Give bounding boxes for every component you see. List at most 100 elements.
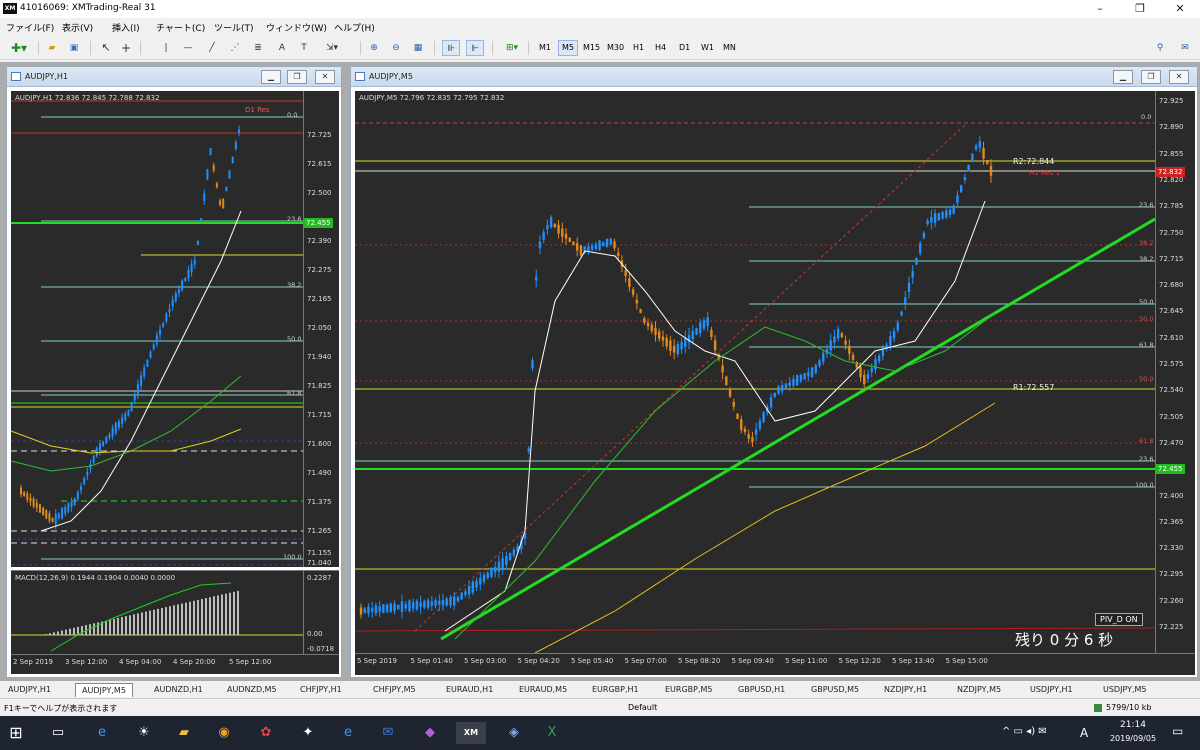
chat-icon[interactable]: ✉ [1176,40,1194,56]
candle [80,486,83,491]
zoom-out-icon[interactable]: ⊖ [388,40,404,56]
ie-icon[interactable]: e [336,722,360,744]
chart-window-titlebar[interactable]: AUDJPY,H1 ▁ ❐ ✕ [7,67,341,87]
candle [228,170,231,179]
chart-window-audjpy-m5[interactable]: AUDJPY,M5 ▁ ❐ ✕ AUDJPY,M5 72.796 72.835 … [350,66,1198,678]
crosshair-icon[interactable]: + [118,40,134,56]
tray-icons[interactable]: ^ ▭ ◂) ✉ [1002,726,1047,737]
minimize-button[interactable]: – [1080,0,1120,18]
close-button[interactable]: ✕ [1160,0,1200,18]
channel-icon[interactable]: ⋰ [226,40,244,56]
fibonacci-icon[interactable]: ≣ [250,40,266,56]
edge-icon[interactable]: e [90,722,114,744]
timeframe-m1[interactable]: M1 [536,40,554,56]
chart-tab[interactable]: CHFJPY,H1 [294,683,348,697]
timeframe-m30[interactable]: M30 [604,40,627,56]
new-chart-icon[interactable]: ✚▾ [6,40,32,56]
candle [699,322,702,334]
close-button[interactable]: ✕ [1169,70,1189,84]
macd-bar [113,618,115,635]
notification-icon[interactable]: ▭ [1172,724,1183,738]
chart-tab[interactable]: EURAUD,M5 [513,683,573,697]
chart-tab[interactable]: AUDJPY,M5 [75,683,133,697]
menu-chart[interactable]: チャート(C) [156,21,205,34]
search-icon[interactable]: ⚲ [1152,40,1168,56]
autoscroll-icon[interactable]: ⊪ [442,40,460,56]
chart-tab[interactable]: USDJPY,H1 [1024,683,1079,697]
chart-tab[interactable]: EURAUD,H1 [440,683,499,697]
task-view-icon[interactable]: ▭ [46,722,70,744]
menu-window[interactable]: ウィンドウ(W) [266,21,327,34]
chart-tab[interactable]: EURGBP,H1 [586,683,645,697]
timeframe-m5[interactable]: M5 [558,40,578,56]
candle [728,388,732,397]
menu-tools[interactable]: ツール(T) [214,21,254,34]
menu-view[interactable]: 表示(V) [62,21,93,34]
restore-button[interactable]: ❐ [1141,70,1161,84]
chart-tab[interactable]: CHFJPY,M5 [367,683,422,697]
menu-help[interactable]: ヘルプ(H) [334,21,375,34]
price-chart-h1[interactable]: AUDJPY,H1 72.836 72.845 72.788 72.832 D1… [11,91,303,567]
close-button[interactable]: ✕ [315,70,335,84]
open-folder-icon[interactable]: ▰ [44,40,60,56]
start-icon[interactable]: ⊞ [4,722,28,744]
tile-windows-icon[interactable]: ▦ [410,40,426,56]
candle [38,504,41,513]
piv-toggle-button[interactable]: PIV_D ON [1095,613,1143,626]
chart-shift-icon[interactable]: ⊩ [466,40,484,56]
chrome-icon[interactable]: ◉ [212,722,236,744]
chart-tab[interactable]: EURGBP,M5 [659,683,719,697]
fib-label: 0.0 [1141,113,1152,121]
chart-tab[interactable]: USDJPY,M5 [1097,683,1153,697]
chart-tab[interactable]: AUDJPY,H1 [2,683,57,697]
messenger-icon[interactable]: ◆ [418,722,442,744]
clock-date[interactable]: 2019/09/05 [1102,734,1164,743]
vpn-icon[interactable]: ◈ [502,722,526,744]
candle [20,487,22,495]
shapes-icon[interactable]: ⇲▾ [318,40,346,56]
maximize-button[interactable]: ❐ [1120,0,1160,18]
timeframe-h1[interactable]: H1 [630,40,647,56]
label-icon[interactable]: T [296,40,312,56]
fib-label: 61.8 [1139,341,1154,349]
excel-icon[interactable]: X [540,722,564,744]
timeframe-d1[interactable]: D1 [676,40,693,56]
weather-icon[interactable]: ☀ [132,722,156,744]
chart-tab[interactable]: AUDNZD,M5 [221,683,283,697]
slack-icon[interactable]: ✦ [296,722,320,744]
zoom-in-icon[interactable]: ⊕ [366,40,382,56]
price-chart-m5[interactable]: AUDJPY,M5 72.796 72.835 72.795 72.832 R2… [355,91,1155,653]
app-icon[interactable]: ✿ [254,722,278,744]
text-icon[interactable]: A [274,40,290,56]
horizontal-line-icon[interactable]: — [180,40,196,56]
minimize-button[interactable]: ▁ [1113,70,1133,84]
outlook-icon[interactable]: ✉ [376,722,400,744]
timeframe-w1[interactable]: W1 [698,40,717,56]
cursor-icon[interactable]: ↖ [98,40,114,56]
macd-bar [45,634,47,635]
chart-tab[interactable]: AUDNZD,H1 [148,683,209,697]
clock-time[interactable]: 21:14 [1108,720,1158,730]
chart-window-titlebar[interactable]: AUDJPY,M5 ▁ ❐ ✕ [351,67,1197,87]
file-explorer-icon[interactable]: ▰ [172,722,196,744]
menu-insert[interactable]: 挿入(I) [112,21,140,34]
mt4-xm-icon[interactable]: XM [456,722,486,744]
timeframe-m15[interactable]: M15 [580,40,603,56]
ime-indicator[interactable]: A [1080,726,1088,740]
chart-tab[interactable]: GBPUSD,H1 [732,683,791,697]
chart-tab[interactable]: NZDJPY,H1 [878,683,933,697]
price-tick: 72.260 [1159,596,1184,605]
macd-panel[interactable]: MACD(12,26,9) 0.1944 0.1904 0.0040 0.000… [11,570,303,654]
indicators-icon[interactable]: ⊞▾ [500,40,524,56]
chart-tab[interactable]: GBPUSD,M5 [805,683,865,697]
window-icon[interactable]: ▣ [66,40,82,56]
menu-file[interactable]: ファイル(F) [6,21,54,34]
timeframe-h4[interactable]: H4 [652,40,669,56]
vertical-line-icon[interactable]: | [158,40,174,56]
trendline-icon[interactable]: ╱ [204,40,220,56]
chart-window-audjpy-h1[interactable]: AUDJPY,H1 ▁ ❐ ✕ AUDJPY,H1 72.836 72.845 … [6,66,342,678]
chart-tab[interactable]: NZDJPY,M5 [951,683,1007,697]
timeframe-mn[interactable]: MN [720,40,739,56]
minimize-button[interactable]: ▁ [261,70,281,84]
restore-button[interactable]: ❐ [287,70,307,84]
